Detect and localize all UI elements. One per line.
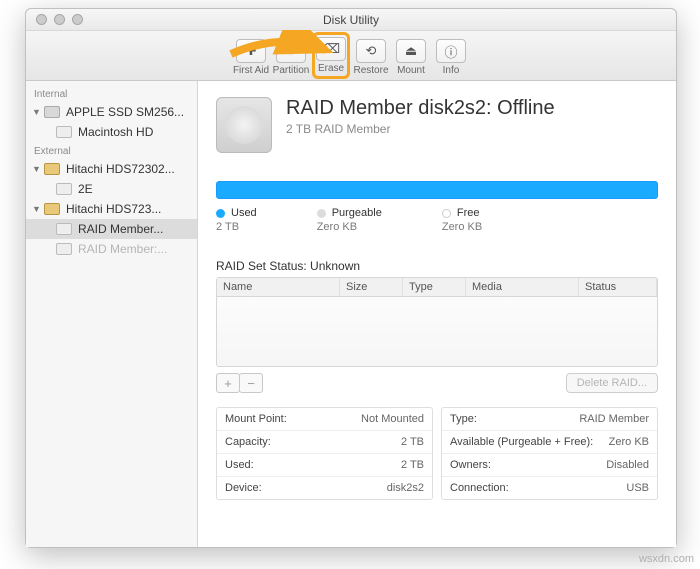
internal-disk-icon bbox=[44, 106, 60, 118]
volume-icon bbox=[56, 223, 72, 235]
info-row: Capacity:2 TB bbox=[217, 431, 432, 454]
info-button[interactable]: ⓘ Info bbox=[432, 35, 470, 76]
partition-button[interactable]: ◔ Partition bbox=[272, 35, 310, 76]
sidebar-item-volume[interactable]: RAID Member... bbox=[26, 219, 197, 239]
info-row: Used:2 TB bbox=[217, 454, 432, 477]
disclosure-triangle-icon[interactable]: ▼ bbox=[32, 164, 42, 174]
restore-button[interactable]: ⟲ Restore bbox=[352, 35, 390, 76]
raid-actions: + − Delete RAID... bbox=[216, 373, 658, 393]
sidebar-section-external: External bbox=[26, 142, 197, 159]
info-row: Type:RAID Member bbox=[442, 408, 657, 431]
minimize-icon[interactable] bbox=[54, 14, 65, 25]
sidebar-item-volume[interactable]: 2E bbox=[26, 179, 197, 199]
disk-utility-window: Disk Utility ✚ First Aid ◔ Partition ⌫ E… bbox=[25, 8, 677, 548]
pie-icon: ◔ bbox=[276, 39, 306, 63]
restore-icon: ⟲ bbox=[356, 39, 386, 63]
legend-purgeable: Purgeable Zero KB bbox=[317, 207, 382, 233]
delete-raid-button[interactable]: Delete RAID... bbox=[566, 373, 658, 393]
info-row: Available (Purgeable + Free):Zero KB bbox=[442, 431, 657, 454]
external-disk-icon bbox=[44, 203, 60, 215]
sidebar: Internal ▼ APPLE SSD SM256... Macintosh … bbox=[26, 81, 198, 547]
raid-set-table: Name Size Type Media Status bbox=[216, 277, 658, 367]
content-area: Internal ▼ APPLE SSD SM256... Macintosh … bbox=[26, 81, 676, 547]
info-left: Mount Point:Not Mounted Capacity:2 TB Us… bbox=[216, 407, 433, 500]
info-row: Owners:Disabled bbox=[442, 454, 657, 477]
info-row: Mount Point:Not Mounted bbox=[217, 408, 432, 431]
volume-large-icon bbox=[216, 97, 272, 153]
volume-icon bbox=[56, 243, 72, 255]
info-row: Connection:USB bbox=[442, 477, 657, 499]
remove-button[interactable]: − bbox=[239, 373, 263, 393]
add-button[interactable]: + bbox=[216, 373, 240, 393]
disclosure-triangle-icon[interactable]: ▼ bbox=[32, 107, 42, 117]
sidebar-item-label: Hitachi HDS72302... bbox=[66, 162, 175, 176]
stethoscope-icon: ✚ bbox=[236, 39, 266, 63]
main-panel: RAID Member disk2s2: Offline 2 TB RAID M… bbox=[198, 81, 676, 547]
disclosure-triangle-icon[interactable]: ▼ bbox=[32, 204, 42, 214]
legend-free: Free Zero KB bbox=[442, 207, 482, 233]
volume-subtitle: 2 TB RAID Member bbox=[286, 122, 555, 136]
swatch-icon bbox=[216, 209, 225, 218]
swatch-icon bbox=[442, 209, 451, 218]
volume-title: RAID Member disk2s2: Offline bbox=[286, 97, 555, 120]
mount-button[interactable]: ⏏ Mount bbox=[392, 35, 430, 76]
swatch-icon bbox=[317, 209, 326, 218]
sidebar-item-label: Hitachi HDS723... bbox=[66, 202, 161, 216]
usage-legend: Used 2 TB Purgeable Zero KB Free Zero KB bbox=[216, 207, 658, 233]
sidebar-item-volume[interactable]: Macintosh HD bbox=[26, 122, 197, 142]
sidebar-item-disk[interactable]: ▼ APPLE SSD SM256... bbox=[26, 102, 197, 122]
col-size[interactable]: Size bbox=[340, 278, 403, 296]
window-controls bbox=[36, 14, 83, 25]
mount-icon: ⏏ bbox=[396, 39, 426, 63]
sidebar-item-label: RAID Member:... bbox=[78, 242, 167, 256]
sidebar-item-label: 2E bbox=[78, 182, 93, 196]
volume-icon bbox=[56, 183, 72, 195]
legend-used: Used 2 TB bbox=[216, 207, 257, 233]
sidebar-item-disk[interactable]: ▼ Hitachi HDS72302... bbox=[26, 159, 197, 179]
volume-header: RAID Member disk2s2: Offline 2 TB RAID M… bbox=[216, 97, 658, 153]
col-media[interactable]: Media bbox=[466, 278, 579, 296]
zoom-icon[interactable] bbox=[72, 14, 83, 25]
watermark: wsxdn.com bbox=[639, 553, 694, 565]
sidebar-item-label: RAID Member... bbox=[78, 222, 163, 236]
usage-bar bbox=[216, 181, 658, 199]
volume-icon bbox=[56, 126, 72, 138]
info-right: Type:RAID Member Available (Purgeable + … bbox=[441, 407, 658, 500]
sidebar-item-volume[interactable]: RAID Member:... bbox=[26, 239, 197, 259]
sidebar-item-label: APPLE SSD SM256... bbox=[66, 105, 184, 119]
erase-icon: ⌫ bbox=[316, 37, 346, 61]
info-icon: ⓘ bbox=[436, 39, 466, 63]
external-disk-icon bbox=[44, 163, 60, 175]
titlebar: Disk Utility bbox=[26, 9, 676, 31]
col-type[interactable]: Type bbox=[403, 278, 466, 296]
window-title: Disk Utility bbox=[26, 13, 676, 27]
volume-info: Mount Point:Not Mounted Capacity:2 TB Us… bbox=[216, 407, 658, 500]
col-name[interactable]: Name bbox=[217, 278, 340, 296]
sidebar-item-disk[interactable]: ▼ Hitachi HDS723... bbox=[26, 199, 197, 219]
close-icon[interactable] bbox=[36, 14, 47, 25]
toolbar: ✚ First Aid ◔ Partition ⌫ Erase ⟲ Restor… bbox=[26, 31, 676, 81]
info-row: Device:disk2s2 bbox=[217, 477, 432, 499]
sidebar-section-internal: Internal bbox=[26, 85, 197, 102]
raid-status-label: RAID Set Status: Unknown bbox=[216, 259, 658, 273]
erase-button[interactable]: ⌫ Erase bbox=[312, 32, 350, 79]
col-status[interactable]: Status bbox=[579, 278, 657, 296]
table-header: Name Size Type Media Status bbox=[217, 278, 657, 297]
first-aid-button[interactable]: ✚ First Aid bbox=[232, 35, 270, 76]
sidebar-item-label: Macintosh HD bbox=[78, 125, 153, 139]
